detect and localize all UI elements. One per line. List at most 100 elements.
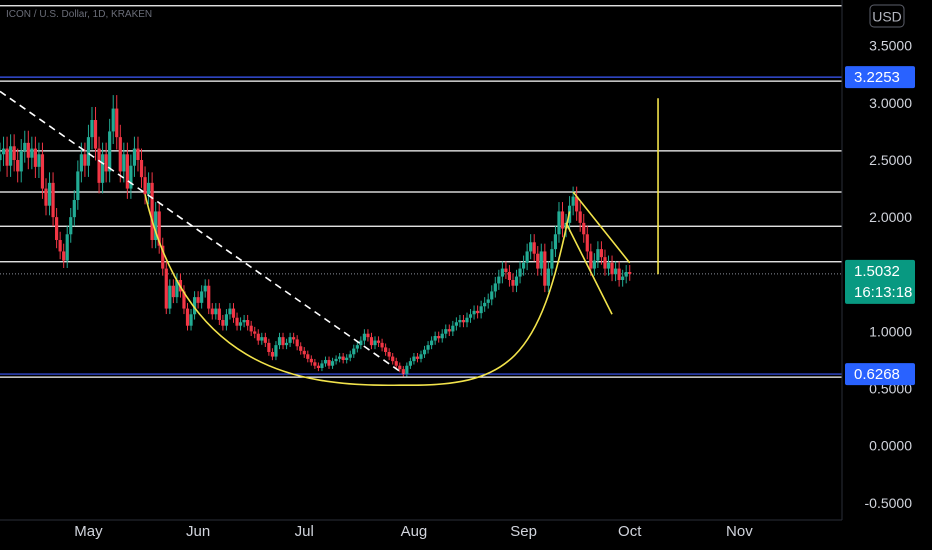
candle-body-56 [196,297,200,303]
candle-body-31 [108,131,112,172]
candle-body-61 [214,308,218,315]
candle-body-158 [557,211,561,235]
last-price-badge-value: 1.5032 [854,263,900,280]
candle-body-142 [500,268,504,277]
candle-body-35 [122,154,126,172]
price-tick-label: 2.0000 [869,209,912,225]
candle-body-175 [617,268,621,280]
candle-body-130 [458,320,462,323]
candle-body-0 [0,154,2,161]
candle-body-39 [136,148,140,160]
candle-body-104 [366,333,370,338]
candle-body-48 [168,285,172,309]
candle-body-75 [263,337,267,343]
candle-body-90 [316,365,321,368]
candle-body-167 [589,251,593,269]
candle-body-62 [217,308,221,320]
candle-body-65 [228,308,232,315]
candle-body-154 [543,251,547,286]
candle-body-112 [394,361,398,366]
candle-body-88 [309,358,313,363]
candle-body-19 [65,234,69,261]
price-tick-label: 3.0000 [869,95,912,111]
candle-body-108 [380,342,384,348]
candle-body-85 [299,346,303,351]
candle-body-89 [313,362,317,366]
candle-body-176 [621,276,625,280]
candle-body-3 [9,146,13,166]
candle-body-118 [415,356,420,359]
candle-body-4 [12,146,16,160]
candle-body-16 [55,217,59,240]
candle-body-99 [348,354,352,358]
candle-body-76 [267,342,271,352]
candle-body-126 [444,329,448,334]
candle-body-137 [483,302,487,307]
time-tick-label: Aug [401,523,428,540]
candle-body-157 [553,234,558,250]
candle-body-20 [69,217,73,235]
plot-area[interactable] [0,0,842,520]
candle-body-67 [235,317,239,326]
candle-body-124 [437,336,441,339]
candle-body-114 [401,369,405,374]
candle-body-68 [238,322,243,326]
candle-body-166 [585,234,589,252]
candle-body-15 [51,182,55,218]
candle-body-170 [599,249,604,258]
candle-body-121 [426,345,430,350]
candle-body-131 [461,320,466,323]
currency-button[interactable]: USD [869,4,905,28]
support-badge-value: 0.6268 [854,366,900,383]
candle-body-169 [596,249,600,261]
candle-body-103 [362,333,366,341]
candle-body-49 [171,285,175,298]
candle-body-153 [539,251,543,269]
candle-body-117 [412,356,416,362]
candle-body-155 [546,268,550,286]
candle-body-1 [1,148,6,155]
candle-body-22 [76,171,80,200]
candle-body-141 [497,276,501,284]
candle-body-149 [525,251,529,263]
candle-body-145 [511,280,515,286]
candle-body-119 [419,354,423,359]
candle-body-150 [529,242,533,252]
symbol-title: ICON / U.S. Dollar, 1D, KRAKEN [6,9,152,20]
candle-body-58 [203,285,207,292]
candle-body-168 [592,260,596,269]
candle-body-151 [532,242,536,254]
candle-body-17 [58,240,62,252]
price-tick-label: 0.0000 [869,438,912,454]
candle-body-34 [118,137,122,172]
candle-body-47 [164,268,168,309]
candle-body-134 [472,310,476,315]
candle-body-79 [277,337,282,346]
candle-body-23 [79,154,83,172]
candle-body-122 [430,340,434,346]
candle-body-143 [504,268,508,272]
candle-body-173 [610,262,614,275]
candle-body-43 [150,182,154,240]
candle-body-63 [221,320,225,326]
price-tick-label: 1.0000 [869,323,912,339]
candle-body-26 [90,120,94,138]
candle-body-129 [454,322,458,326]
candle-body-77 [270,352,275,357]
candle-body-38 [132,148,137,166]
candle-body-78 [274,345,278,357]
candle-body-53 [185,308,190,326]
candle-body-96 [338,356,342,359]
candle-body-84 [295,339,299,347]
candle-body-164 [578,211,582,223]
candle-body-28 [97,148,101,183]
candle-body-177 [624,272,628,277]
time-tick-label: Nov [726,523,753,540]
price-chart[interactable]: ICON / U.S. Dollar, 1D, KRAKEN USD 3.500… [0,0,932,550]
candle-body-86 [302,350,306,355]
candle-body-91 [320,363,324,368]
candle-body-152 [536,253,540,269]
candle-body-9 [30,148,34,158]
candle-body-59 [207,285,211,309]
candle-body-128 [451,325,455,332]
